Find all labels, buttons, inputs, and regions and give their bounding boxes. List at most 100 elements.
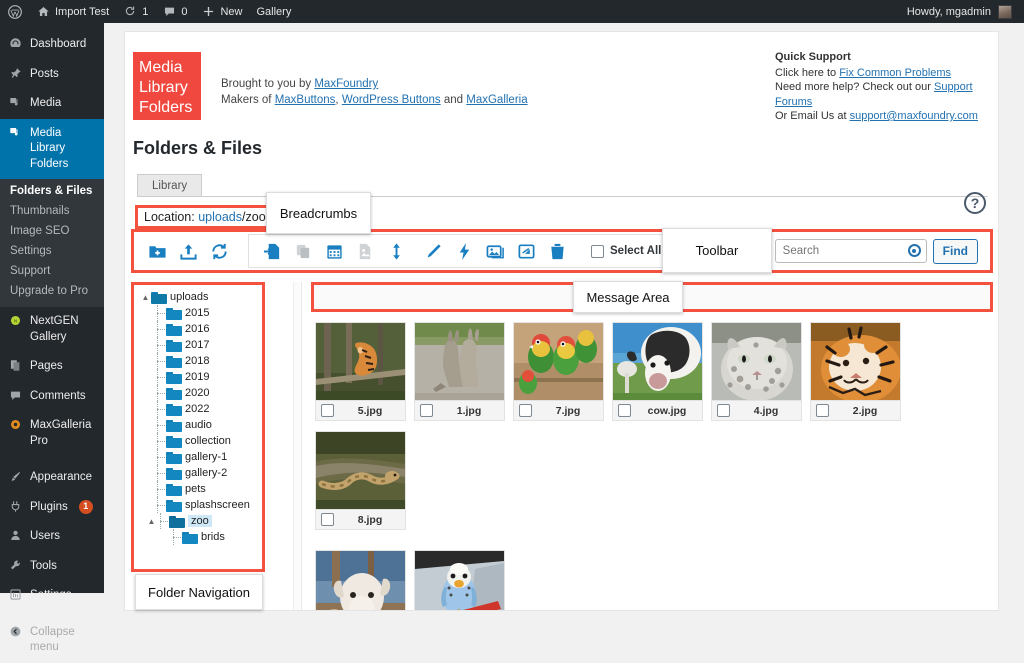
sort-arrows-icon[interactable] [385, 240, 407, 262]
file-checkbox[interactable] [519, 404, 532, 417]
pencil-icon[interactable] [422, 240, 444, 262]
adminbar-item-updates[interactable]: 1 [116, 0, 155, 23]
resize-image-icon[interactable] [515, 240, 537, 262]
sidebar-subitem-upgrade-to-pro[interactable]: Upgrade to Pro [0, 281, 104, 301]
move-files-icon[interactable] [261, 240, 283, 262]
tree-node-2019[interactable]: 2019 [140, 369, 262, 385]
sidebar-item-collapse-menu[interactable]: Collapse menu [0, 618, 104, 663]
add-folder-icon[interactable] [146, 240, 168, 262]
adminbar-item-site[interactable]: Import Test [29, 0, 116, 23]
tree-node-audio[interactable]: audio [140, 417, 262, 433]
fix-common-problems-link[interactable]: Fix Common Problems [839, 67, 951, 79]
support-email-link[interactable]: support@maxfoundry.com [850, 110, 978, 122]
file-thumbnail-snake-on-log[interactable] [316, 432, 405, 509]
file-checkbox[interactable] [618, 404, 631, 417]
file-checkbox[interactable] [816, 404, 829, 417]
maxgalleria-link[interactable]: MaxGalleria [466, 94, 527, 106]
sidebar-item-comments[interactable]: Comments [0, 382, 104, 412]
file-thumbnail-dog[interactable] [316, 551, 405, 610]
adminbar-item-new[interactable]: New [194, 0, 249, 23]
tree-toggle-zoo[interactable]: ▲ [146, 517, 157, 526]
adminbar-account[interactable]: Howdy, mgadmin [907, 4, 1024, 19]
file-thumbnail-snow-leopard[interactable] [712, 323, 801, 400]
file-card[interactable]: cow.jpg [612, 322, 703, 421]
tree-label-2018: 2018 [185, 355, 210, 367]
maxfoundry-link[interactable]: MaxFoundry [314, 78, 378, 90]
file-thumbnail-cow[interactable] [613, 323, 702, 400]
sidebar-item-users[interactable]: Users [0, 522, 104, 552]
tree-node-zoo[interactable]: ▲ zoo [140, 513, 262, 529]
sidebar-subitem-settings[interactable]: Settings [0, 241, 104, 261]
tree-node-2017[interactable]: 2017 [140, 337, 262, 353]
tree-node-uploads[interactable]: ▲ uploads [140, 289, 262, 305]
file-thumbnail-kangaroos[interactable] [415, 323, 504, 400]
tree-node-2022[interactable]: 2022 [140, 401, 262, 417]
file-card[interactable]: 1.jpg [414, 322, 505, 421]
sidebar-item-dashboard[interactable]: Dashboard [0, 30, 104, 60]
sidebar-item-maxgalleria-pro[interactable]: MaxGalleria Pro [0, 411, 104, 456]
file-card[interactable]: 7.jpg [513, 322, 604, 421]
tree-node-brids[interactable]: brids [140, 529, 262, 545]
tree-node-pets[interactable]: pets [140, 481, 262, 497]
file-card[interactable]: 8.jpg [315, 431, 406, 530]
select-all-checkbox[interactable] [591, 244, 604, 258]
sidebar-subitem-support[interactable]: Support [0, 261, 104, 281]
tree-node-collection[interactable]: collection [140, 433, 262, 449]
sidebar-item-appearance[interactable]: Appearance [0, 463, 104, 493]
sidebar-item-media-library-folders[interactable]: Media Library Folders [0, 118, 112, 180]
tree-node-2020[interactable]: 2020 [140, 385, 262, 401]
sidebar-item-posts[interactable]: Posts [0, 60, 104, 90]
sidebar-item-media[interactable]: Media [0, 89, 104, 119]
image-move-icon[interactable] [354, 240, 376, 262]
lightning-icon[interactable] [453, 240, 475, 262]
tree-node-2018[interactable]: 2018 [140, 353, 262, 369]
adminbar-item-gallery[interactable]: Gallery [249, 0, 298, 23]
tab-library[interactable]: Library [137, 174, 203, 197]
file-thumbnail-budgie[interactable] [415, 551, 504, 610]
find-button[interactable]: Find [932, 238, 978, 264]
tree-toggle-uploads[interactable]: ▲ [140, 293, 151, 302]
tree-scrollbar[interactable] [293, 282, 300, 610]
sidebar-item-pages[interactable]: Pages [0, 352, 104, 382]
file-checkbox[interactable] [321, 513, 334, 526]
tree-node-splashscreen[interactable]: splashscreen [140, 497, 262, 513]
file-thumbnail-tiger-on-log[interactable] [316, 323, 405, 400]
tree-node-2015[interactable]: 2015 [140, 305, 262, 321]
refresh-icon[interactable] [208, 240, 230, 262]
file-checkbox[interactable] [321, 404, 334, 417]
tree-label-2016: 2016 [185, 323, 210, 335]
file-card[interactable]: 4.jpg [711, 322, 802, 421]
search-input[interactable] [774, 239, 927, 263]
file-checkbox[interactable] [420, 404, 433, 417]
tree-node-gallery-2[interactable]: gallery-2 [140, 465, 262, 481]
trash-icon[interactable] [546, 240, 568, 262]
breadcrumb-root-link[interactable]: uploads [198, 210, 242, 224]
file-checkbox[interactable] [717, 404, 730, 417]
file-card[interactable]: 10.jpg [414, 550, 505, 610]
sidebar-subitem-folders-files[interactable]: Folders & Files [0, 181, 104, 201]
sidebar-item-nextgen-gallery[interactable]: N NextGEN Gallery [0, 307, 104, 352]
file-thumbnail-tiger-face[interactable] [811, 323, 900, 400]
sidebar-item-settings[interactable]: Settings [0, 581, 104, 611]
sidebar-item-tools[interactable]: Tools [0, 552, 104, 582]
file-card[interactable]: 2.jpg [810, 322, 901, 421]
tree-node-gallery-1[interactable]: gallery-1 [140, 449, 262, 465]
maxbuttons-link[interactable]: MaxButtons [275, 94, 336, 106]
sidebar-subitem-image-seo[interactable]: Image SEO [0, 221, 104, 241]
sidebar-item-plugins[interactable]: Plugins 1 [0, 493, 104, 523]
file-card[interactable]: 5.jpg [315, 322, 406, 421]
help-icon[interactable]: ? [964, 192, 986, 214]
adminbar-item-comments[interactable]: 0 [155, 0, 194, 23]
upload-icon[interactable] [177, 240, 199, 262]
sidebar-subitem-thumbnails[interactable]: Thumbnails [0, 201, 104, 221]
calendar-icon[interactable] [323, 240, 345, 262]
file-thumbnail-lovebirds[interactable] [514, 323, 603, 400]
copy-files-icon[interactable] [292, 240, 314, 262]
adminbar-item-wordpress[interactable] [0, 0, 29, 23]
tree-label-brids: brids [201, 531, 225, 543]
clear-search-icon[interactable] [907, 244, 921, 257]
wordpress-buttons-link[interactable]: WordPress Buttons [342, 94, 441, 106]
tree-node-2016[interactable]: 2016 [140, 321, 262, 337]
gallery-image-icon[interactable] [484, 240, 506, 262]
file-card[interactable]: 3.jpg [315, 550, 406, 610]
